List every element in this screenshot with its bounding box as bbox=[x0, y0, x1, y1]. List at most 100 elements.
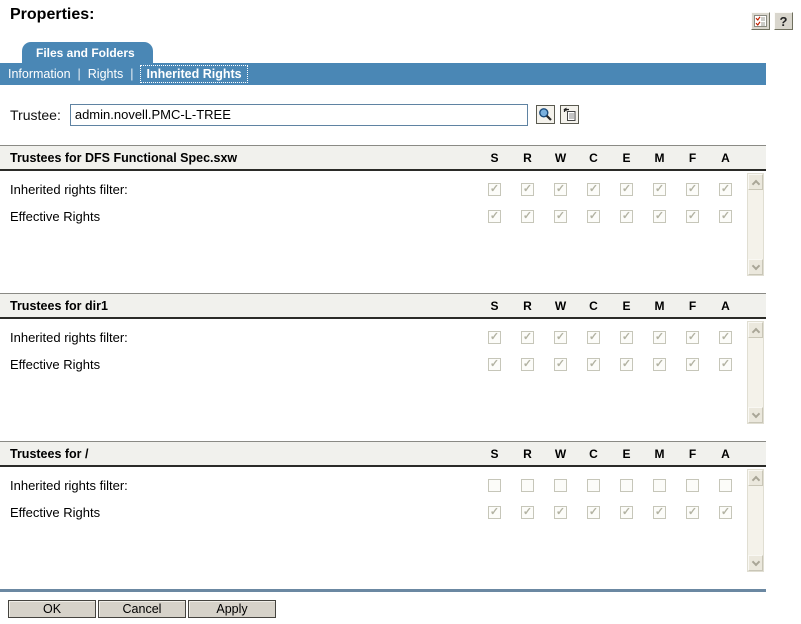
rights-checkbox[interactable] bbox=[686, 331, 699, 344]
help-icon: ? bbox=[780, 14, 788, 29]
rights-checkbox[interactable] bbox=[719, 331, 732, 344]
scroll-down-button[interactable] bbox=[748, 259, 763, 275]
rights-cell bbox=[610, 183, 643, 196]
nav-item-rights[interactable]: Rights bbox=[88, 67, 123, 81]
section-scrollbar[interactable] bbox=[747, 469, 764, 572]
rights-checkbox[interactable] bbox=[521, 331, 534, 344]
trustee-row: Trustee: bbox=[10, 103, 801, 126]
scroll-down-button[interactable] bbox=[748, 555, 763, 571]
cancel-button[interactable]: Cancel bbox=[98, 600, 186, 618]
rights-cell bbox=[511, 331, 544, 344]
rights-checkbox[interactable] bbox=[587, 358, 600, 371]
rights-checkbox[interactable] bbox=[488, 331, 501, 344]
rights-checkbox[interactable] bbox=[653, 331, 666, 344]
rights-checkbox[interactable] bbox=[554, 479, 567, 492]
rights-checkbox[interactable] bbox=[554, 358, 567, 371]
scroll-down-button[interactable] bbox=[748, 407, 763, 423]
rights-checkbox[interactable] bbox=[488, 183, 501, 196]
nav-item-information[interactable]: Information bbox=[8, 67, 71, 81]
rights-cell bbox=[577, 479, 610, 492]
nav-item-inherited-rights[interactable]: Inherited Rights bbox=[140, 65, 247, 83]
rights-checkbox[interactable] bbox=[488, 210, 501, 223]
ok-button[interactable]: OK bbox=[8, 600, 96, 618]
rights-checkbox[interactable] bbox=[686, 210, 699, 223]
rights-checkbox[interactable] bbox=[686, 183, 699, 196]
rights-checkbox[interactable] bbox=[620, 210, 633, 223]
help-icon-button[interactable]: ? bbox=[774, 12, 793, 30]
object-history-icon bbox=[562, 107, 577, 122]
footer-divider bbox=[0, 589, 766, 592]
rights-cell bbox=[643, 506, 676, 519]
page-title: Properties: bbox=[10, 6, 801, 24]
rights-checkbox[interactable] bbox=[554, 210, 567, 223]
rights-checkbox[interactable] bbox=[653, 358, 666, 371]
rights-checkbox[interactable] bbox=[719, 358, 732, 371]
section-scrollbar[interactable] bbox=[747, 173, 764, 276]
rights-row: Inherited rights filter: bbox=[0, 472, 766, 499]
rights-checkbox[interactable] bbox=[488, 506, 501, 519]
rights-column-header: E bbox=[610, 447, 643, 461]
rights-checkbox[interactable] bbox=[554, 183, 567, 196]
rights-checkbox[interactable] bbox=[488, 358, 501, 371]
rights-cell bbox=[577, 210, 610, 223]
rights-checkbox[interactable] bbox=[521, 210, 534, 223]
rights-row-label: Effective Rights bbox=[0, 209, 100, 224]
rights-checkbox[interactable] bbox=[488, 479, 501, 492]
scroll-up-button[interactable] bbox=[748, 322, 763, 338]
rights-row: Inherited rights filter: bbox=[0, 324, 766, 351]
rights-row-label: Inherited rights filter: bbox=[0, 182, 128, 197]
rights-checkbox[interactable] bbox=[653, 479, 666, 492]
rights-checkbox[interactable] bbox=[620, 183, 633, 196]
rights-checkbox[interactable] bbox=[620, 358, 633, 371]
nav-separator: | bbox=[78, 67, 81, 81]
trustee-input[interactable] bbox=[70, 104, 528, 126]
rights-checkbox[interactable] bbox=[587, 183, 600, 196]
rights-checkbox[interactable] bbox=[587, 479, 600, 492]
scroll-up-button[interactable] bbox=[748, 470, 763, 486]
rights-cell bbox=[478, 358, 511, 371]
rights-checkbox[interactable] bbox=[587, 210, 600, 223]
chevron-down-icon bbox=[751, 409, 759, 417]
rights-cell bbox=[544, 358, 577, 371]
object-history-button[interactable] bbox=[560, 105, 579, 124]
chevron-down-icon bbox=[751, 261, 759, 269]
rights-checkbox[interactable] bbox=[521, 506, 534, 519]
rights-checkbox[interactable] bbox=[521, 479, 534, 492]
object-selector-button[interactable] bbox=[536, 105, 555, 124]
rights-column-header: C bbox=[577, 447, 610, 461]
rights-checkbox[interactable] bbox=[719, 210, 732, 223]
rights-column-header: M bbox=[643, 447, 676, 461]
tasklist-icon-button[interactable] bbox=[751, 12, 770, 30]
rights-column-header: F bbox=[676, 447, 709, 461]
scroll-up-button[interactable] bbox=[748, 174, 763, 190]
rights-cell bbox=[511, 358, 544, 371]
rights-checkbox[interactable] bbox=[620, 331, 633, 344]
rights-checkbox[interactable] bbox=[554, 331, 567, 344]
tab-files-and-folders[interactable]: Files and Folders bbox=[22, 42, 153, 64]
rights-checkbox[interactable] bbox=[587, 331, 600, 344]
section-scrollbar[interactable] bbox=[747, 321, 764, 424]
rights-checkbox[interactable] bbox=[653, 183, 666, 196]
rights-checkbox[interactable] bbox=[653, 506, 666, 519]
rights-checkbox[interactable] bbox=[554, 506, 567, 519]
rights-column-header: W bbox=[544, 151, 577, 165]
rights-checkbox[interactable] bbox=[620, 479, 633, 492]
rights-checkbox[interactable] bbox=[686, 479, 699, 492]
apply-button[interactable]: Apply bbox=[188, 600, 276, 618]
rights-checkbox[interactable] bbox=[587, 506, 600, 519]
rights-checkbox[interactable] bbox=[719, 183, 732, 196]
search-icon bbox=[538, 107, 553, 122]
rights-cell bbox=[511, 506, 544, 519]
section-body: Inherited rights filter:Effective Rights bbox=[0, 319, 766, 426]
rights-checkbox[interactable] bbox=[686, 506, 699, 519]
rights-checkbox[interactable] bbox=[719, 479, 732, 492]
rights-checkbox[interactable] bbox=[521, 183, 534, 196]
rights-checkbox[interactable] bbox=[719, 506, 732, 519]
rights-checkbox[interactable] bbox=[653, 210, 666, 223]
rights-cell bbox=[709, 506, 742, 519]
rights-row-label: Effective Rights bbox=[0, 505, 100, 520]
rights-checkbox[interactable] bbox=[620, 506, 633, 519]
rights-row-label: Inherited rights filter: bbox=[0, 330, 128, 345]
rights-checkbox[interactable] bbox=[521, 358, 534, 371]
rights-checkbox[interactable] bbox=[686, 358, 699, 371]
